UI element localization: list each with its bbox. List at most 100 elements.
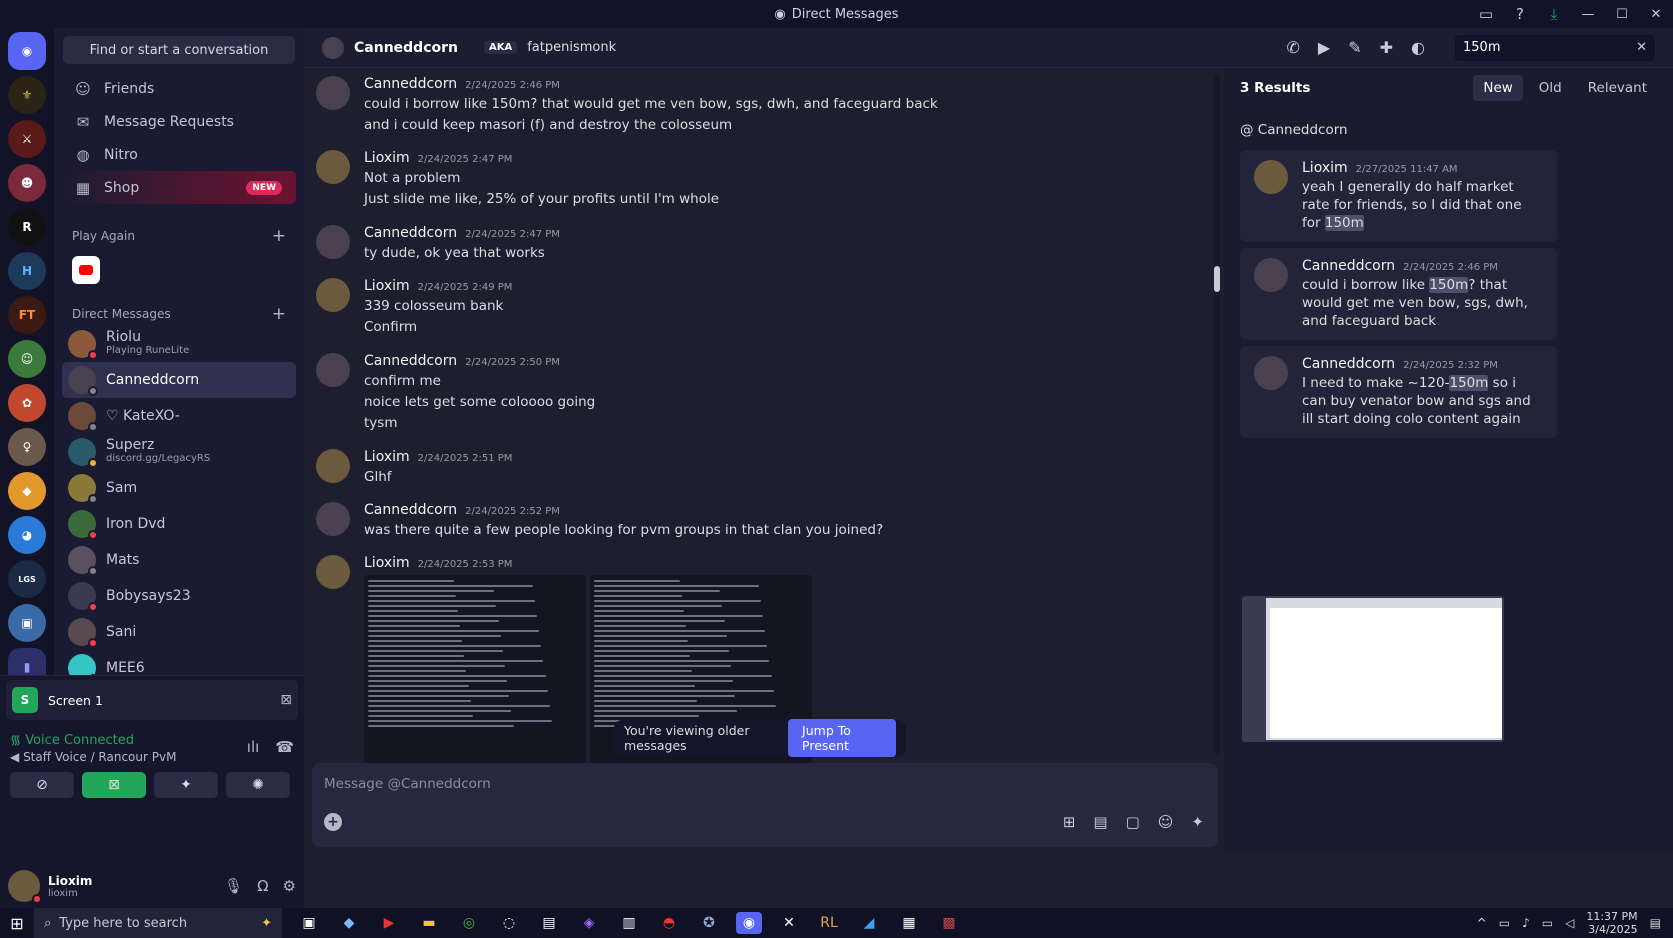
- message-avatar[interactable]: [316, 150, 350, 184]
- notifications-icon[interactable]: ▤: [1650, 916, 1661, 930]
- message-avatar[interactable]: [316, 278, 350, 312]
- windows-start-icon[interactable]: ⊞: [0, 908, 34, 938]
- nav-nitro[interactable]: ◍ Nitro: [62, 138, 296, 171]
- file-explorer-icon[interactable]: ▬: [416, 912, 442, 934]
- close-window-button[interactable]: ✕: [1639, 0, 1673, 28]
- tab-old[interactable]: Old: [1529, 75, 1572, 101]
- search-input[interactable]: 150m ✕: [1455, 34, 1655, 61]
- voice-channel[interactable]: ◀ Staff Voice / Rancour PvM: [10, 750, 176, 764]
- message-avatar[interactable]: [316, 502, 350, 536]
- emoji-icon[interactable]: ☺: [1158, 813, 1174, 831]
- app-icon[interactable]: ◈: [576, 912, 602, 934]
- jump-to-present-button[interactable]: Jump To Present: [788, 719, 896, 757]
- server-icon[interactable]: ⚔: [8, 120, 46, 158]
- volume-icon[interactable]: ◁: [1565, 916, 1574, 930]
- message-avatar[interactable]: [316, 225, 350, 259]
- message[interactable]: Canneddcorn 2/24/2025 2:50 PM confirm me…: [316, 353, 595, 432]
- server-icon[interactable]: H: [8, 252, 46, 290]
- find-conversation-button[interactable]: Find or start a conversation: [63, 36, 295, 64]
- download-icon[interactable]: ⤓: [1537, 0, 1571, 28]
- runelite-icon[interactable]: RL: [816, 912, 842, 934]
- user-avatar[interactable]: [8, 870, 42, 904]
- dm-item[interactable]: Superz discord.gg/LegacyRS: [62, 434, 296, 470]
- app-icon[interactable]: ✕: [776, 912, 802, 934]
- nav-message-requests[interactable]: ✉ Message Requests: [62, 105, 296, 138]
- tray-app-icon[interactable]: ▭: [1499, 916, 1510, 930]
- gif-icon[interactable]: ▤: [1093, 813, 1107, 831]
- server-icon[interactable]: ♀: [8, 428, 46, 466]
- search-result[interactable]: Lioxim 2/27/2025 11:47 AM yeah I general…: [1240, 150, 1557, 242]
- profile-icon[interactable]: ◐: [1411, 38, 1425, 57]
- message-avatar[interactable]: [316, 76, 350, 110]
- disconnect-icon[interactable]: ☎: [275, 738, 294, 756]
- search-result[interactable]: Canneddcorn 2/24/2025 2:32 PM I need to …: [1240, 346, 1557, 438]
- settings-icon[interactable]: ⚙: [283, 877, 296, 895]
- voice-status[interactable]: ᯾ Voice Connected: [10, 730, 176, 748]
- copilot-icon[interactable]: ◆: [336, 912, 362, 934]
- clock[interactable]: 11:37 PM 3/4/2025: [1586, 910, 1637, 936]
- server-icon[interactable]: ◆: [8, 472, 46, 510]
- message-author[interactable]: Canneddcorn: [364, 502, 457, 518]
- dm-item[interactable]: Iron Dvd: [62, 506, 296, 542]
- mic-icon[interactable]: 🎙︎: [224, 877, 243, 895]
- message[interactable]: Canneddcorn 2/24/2025 2:52 PM was there …: [316, 502, 883, 539]
- message[interactable]: Lioxim 2/24/2025 2:51 PM Glhf: [316, 449, 512, 486]
- server-icon[interactable]: LGS: [8, 560, 46, 598]
- dm-item[interactable]: Sam: [62, 470, 296, 506]
- plus-icon[interactable]: +: [272, 226, 286, 246]
- screen-share-button[interactable]: ⊠: [82, 772, 146, 798]
- popout-icon[interactable]: ⊠: [280, 692, 292, 708]
- scroll-track[interactable]: [1214, 74, 1220, 754]
- inbox-icon[interactable]: ▭: [1469, 0, 1503, 28]
- network-icon[interactable]: ▭: [1542, 916, 1553, 930]
- dm-item[interactable]: Sani: [62, 614, 296, 650]
- media-player-icon[interactable]: ▶: [376, 912, 402, 934]
- tab-relevant[interactable]: Relevant: [1578, 75, 1657, 101]
- app-icon[interactable]: ▤: [536, 912, 562, 934]
- home-button[interactable]: ◉: [8, 32, 46, 70]
- pin-icon[interactable]: ✎: [1348, 38, 1361, 57]
- app-icon[interactable]: ◢: [856, 912, 882, 934]
- message-author[interactable]: Canneddcorn: [364, 353, 457, 369]
- server-icon[interactable]: ◕: [8, 516, 46, 554]
- message[interactable]: Canneddcorn 2/24/2025 2:47 PM ty dude, o…: [316, 225, 560, 262]
- server-icon[interactable]: FT: [8, 296, 46, 334]
- search-result[interactable]: Canneddcorn 2/24/2025 2:46 PM could i bo…: [1240, 248, 1557, 340]
- server-icon[interactable]: ⚜: [8, 76, 46, 114]
- add-friend-icon[interactable]: ✚: [1380, 38, 1393, 57]
- apps-icon[interactable]: ✦: [1191, 813, 1204, 831]
- effects-button[interactable]: ✺: [226, 772, 290, 798]
- tab-new[interactable]: New: [1473, 75, 1523, 101]
- steam-icon[interactable]: ◌: [496, 912, 522, 934]
- clear-search-icon[interactable]: ✕: [1636, 40, 1647, 55]
- message[interactable]: Lioxim 2/24/2025 2:47 PM Not a problem Ju…: [316, 150, 719, 208]
- message-author[interactable]: Lioxim: [364, 150, 410, 166]
- server-icon[interactable]: ✿: [8, 384, 46, 422]
- help-icon[interactable]: ?: [1503, 0, 1537, 28]
- message-author[interactable]: Lioxim: [364, 555, 410, 571]
- headphones-icon[interactable]: Ω: [257, 877, 268, 895]
- server-icon[interactable]: ☺: [8, 340, 46, 378]
- sticker-icon[interactable]: ▢: [1126, 813, 1140, 831]
- nav-friends[interactable]: ☺ Friends: [62, 72, 296, 105]
- app-icon[interactable]: ▥: [616, 912, 642, 934]
- maximize-button[interactable]: ☐: [1605, 0, 1639, 28]
- nav-shop[interactable]: ▦ Shop NEW: [62, 171, 296, 204]
- message-author[interactable]: Lioxim: [364, 449, 410, 465]
- server-icon[interactable]: ▣: [8, 604, 46, 642]
- camera-off-button[interactable]: ⊘: [10, 772, 74, 798]
- soundboard-icon[interactable]: ılı: [247, 738, 260, 756]
- message[interactable]: Lioxim 2/24/2025 2:49 PM 339 colosseum b…: [316, 278, 512, 336]
- chrome-icon[interactable]: ◎: [456, 912, 482, 934]
- create-dm-icon[interactable]: +: [272, 304, 286, 324]
- calculator-icon[interactable]: ▦: [896, 912, 922, 934]
- scrollbar-thumb[interactable]: [1214, 266, 1220, 292]
- message[interactable]: Canneddcorn 2/24/2025 2:46 PM could i bo…: [316, 76, 938, 134]
- message-input[interactable]: Message @Canneddcorn + ⊞ ▤ ▢ ☺ ✦: [312, 763, 1218, 847]
- winrar-icon[interactable]: ▩: [936, 912, 962, 934]
- message-avatar[interactable]: [316, 555, 350, 589]
- attach-plus-icon[interactable]: +: [324, 813, 342, 831]
- youtube-icon[interactable]: [72, 256, 100, 284]
- discord-taskbar-icon[interactable]: ◉: [736, 912, 762, 934]
- header-name[interactable]: Canneddcorn: [354, 40, 458, 56]
